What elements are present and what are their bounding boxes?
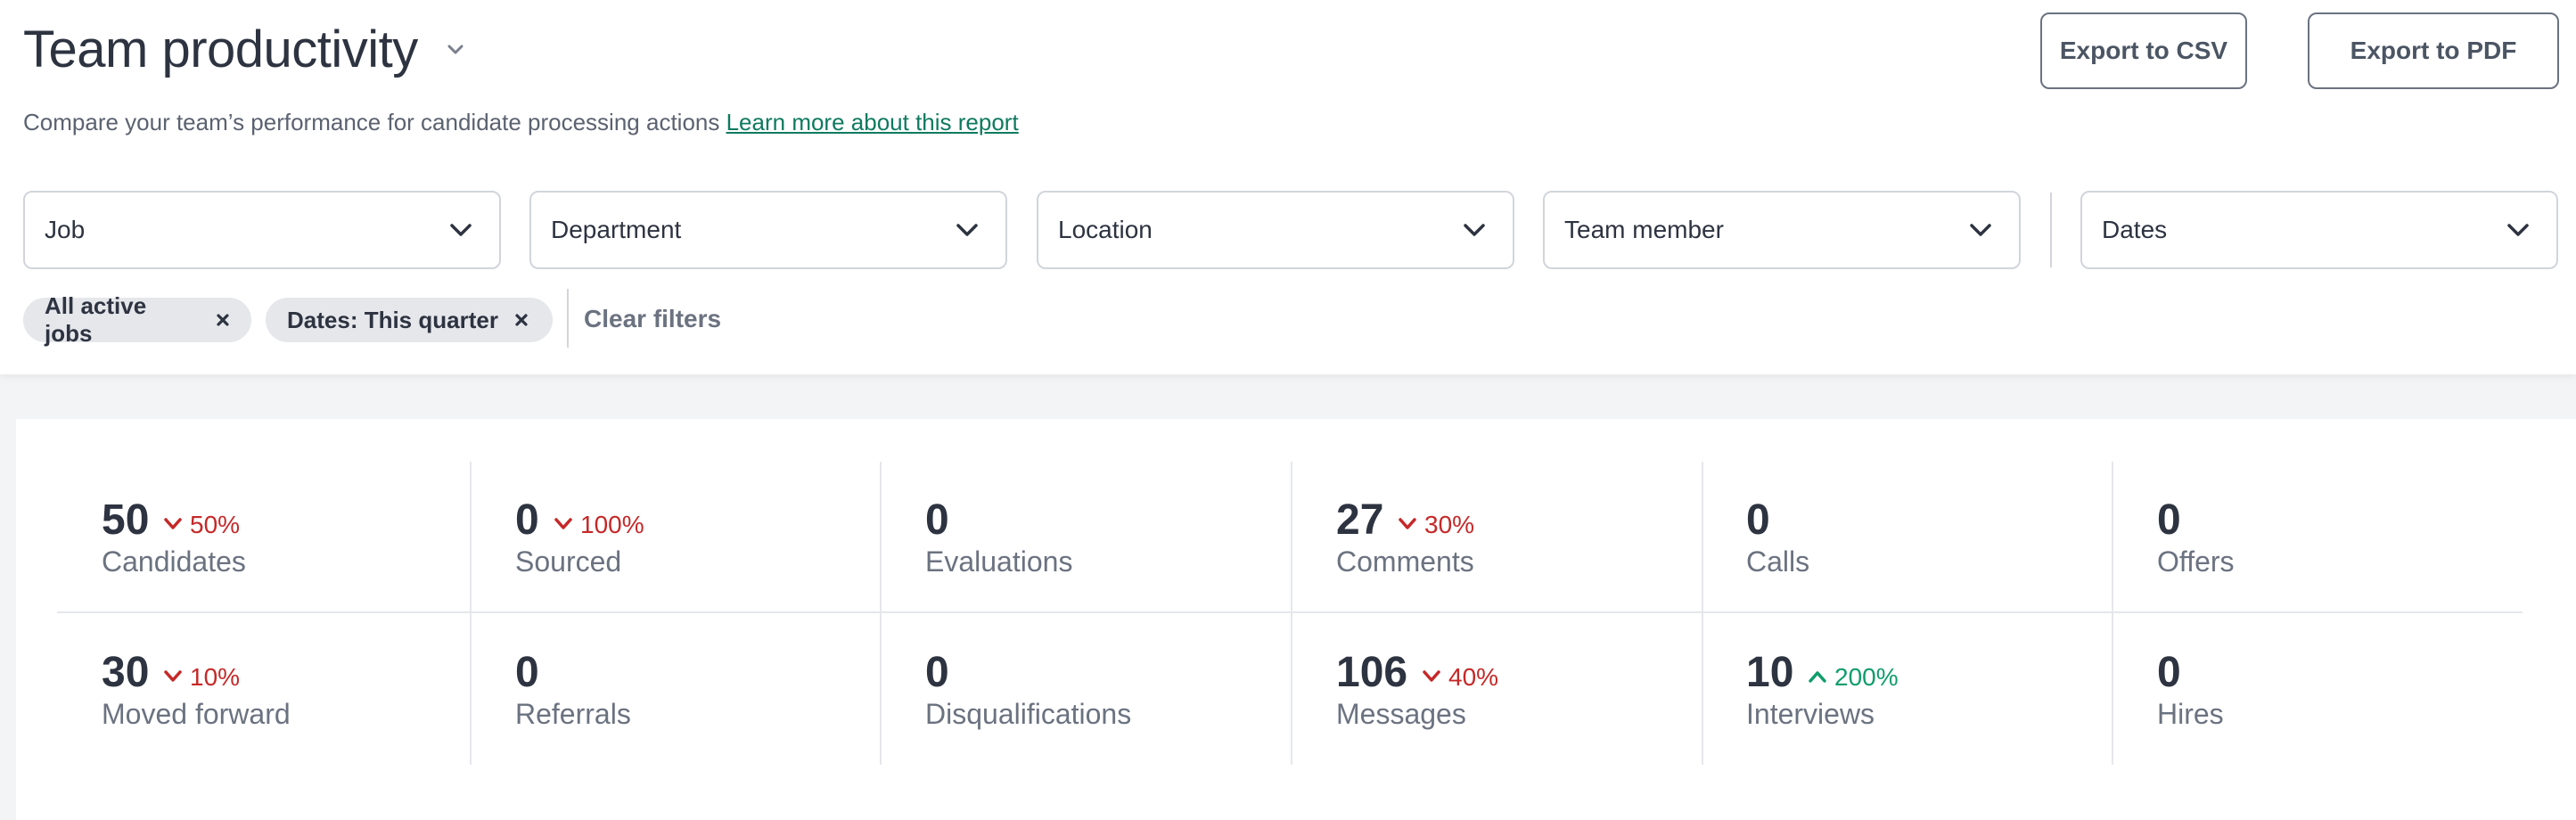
metric-change-percent: 30% [1424,511,1475,538]
metric-value: 50 [102,496,150,544]
metric-value: 27 [1336,496,1384,544]
metric-label: Disqualifications [925,698,1132,730]
metric-value: 0 [925,496,949,544]
job-filter-label: Job [45,216,86,243]
department-filter-dropdown[interactable]: Department [529,191,1007,269]
metric-value: 0 [2157,496,2181,544]
chevron-down-icon [1970,224,1991,236]
metrics-column-divider [1702,462,1703,765]
metric-value: 0 [515,649,539,696]
metric-change-percent: 200% [1834,663,1899,691]
metric-value: 10 [1746,649,1794,696]
metric-value: 0 [925,649,949,696]
chevron-down-icon [956,224,978,236]
clear-filters-button[interactable]: Clear filters [584,305,721,333]
metrics-column-divider [2112,462,2113,765]
chevron-down-icon [450,224,472,236]
metric-value: 0 [2157,649,2181,696]
metric-label: Hires [2157,698,2224,730]
metric-value: 30 [102,649,150,696]
metric-change-percent: 100% [580,511,644,538]
metric-label: Evaluations [925,545,1073,578]
metric-label: Referrals [515,698,631,730]
chip-label: Dates: This quarter [287,306,498,333]
chevron-down-icon [554,518,572,529]
close-icon[interactable] [216,313,230,327]
metric-change-percent: 10% [190,663,241,691]
metric-label: Candidates [102,545,246,578]
metric-change-percent: 50% [190,511,241,538]
metric-label: Moved forward [102,698,291,730]
chevron-up-icon [1809,671,1826,683]
filter-divider [2050,193,2052,267]
learn-more-link[interactable]: Learn more about this report [726,109,1019,135]
filter-chip-all-active-jobs: All active jobs [23,292,251,347]
metrics-card [16,419,2576,820]
dates-filter-dropdown[interactable]: Dates [2080,191,2558,269]
chevron-down-icon[interactable] [446,39,465,59]
metric-value: 106 [1336,649,1408,696]
metrics-column-divider [470,462,472,765]
filter-chip-dates: Dates: This quarter [266,298,553,342]
metric-label: Offers [2157,545,2235,578]
department-filter-label: Department [551,216,682,243]
chip-divider [567,289,569,348]
chevron-down-icon [1464,224,1485,236]
metric-label: Comments [1336,545,1474,578]
metric-change-percent: 40% [1448,663,1499,691]
metric-label: Calls [1746,545,1810,578]
chip-label: All active jobs [45,292,147,347]
team-member-filter-label: Team member [1564,216,1724,243]
metric-label: Interviews [1746,698,1875,730]
export-pdf-button[interactable]: Export to PDF [2308,12,2559,89]
chevron-down-icon [2507,224,2529,236]
dates-filter-label: Dates [2102,216,2168,243]
metrics-row-divider [57,611,2523,613]
metrics-column-divider [880,462,882,765]
job-filter-dropdown[interactable]: Job [23,191,501,269]
metric-value: 0 [515,496,539,544]
team-member-filter-dropdown[interactable]: Team member [1543,191,2021,269]
page-title: Team productivity [23,20,418,78]
chevron-down-icon [1423,670,1440,682]
location-filter-dropdown[interactable]: Location [1037,191,1514,269]
location-filter-label: Location [1058,216,1153,243]
close-icon[interactable] [514,313,529,327]
metric-label: Messages [1336,698,1466,730]
metrics-column-divider [1291,462,1292,765]
description-text: Compare your team’s performance for cand… [23,109,720,135]
chevron-down-icon [164,518,182,529]
chevron-down-icon [164,670,182,682]
metric-label: Sourced [515,545,622,578]
metric-value: 0 [1746,496,1770,544]
report-description: Compare your team’s performance for cand… [23,109,1019,136]
chevron-down-icon [1399,518,1416,529]
report-header: Team productivity Export to CSV Export t… [0,0,2576,374]
export-csv-button[interactable]: Export to CSV [2040,12,2247,89]
